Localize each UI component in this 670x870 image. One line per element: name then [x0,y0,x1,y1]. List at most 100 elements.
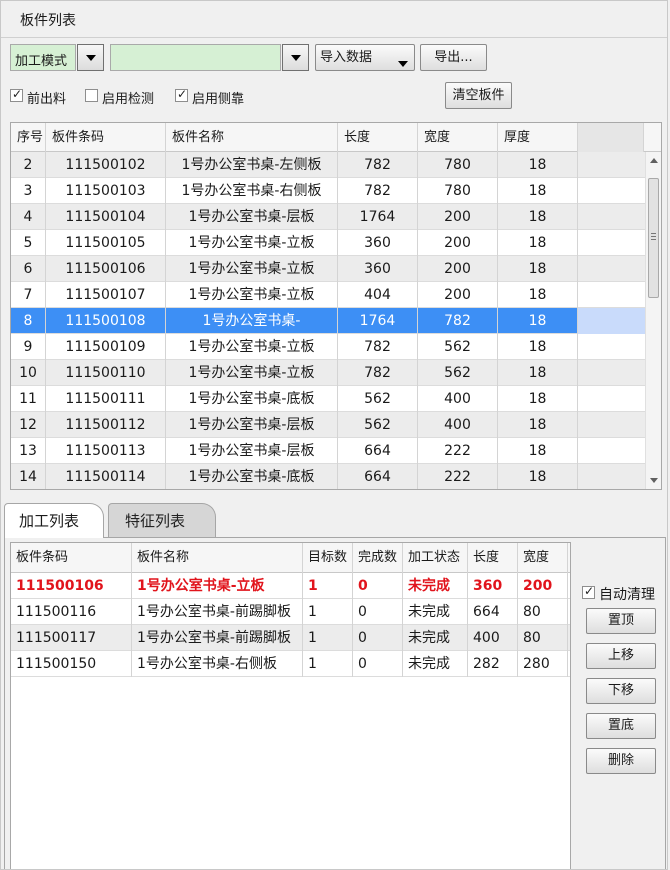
column-header-index[interactable]: 序号 [11,123,46,152]
cell-barcode: 111500114 [46,464,166,489]
table-row[interactable]: 111500150 1号办公室书桌-右侧板 1 0 未完成 282 280 [11,651,570,677]
column-header-barcode[interactable]: 板件条码 [11,543,132,573]
cell-name: 1号办公室书桌-层板 [166,204,338,230]
move-top-button[interactable]: 置顶 [586,608,656,634]
scroll-down-icon[interactable] [650,478,658,483]
column-header-barcode[interactable]: 板件条码 [46,123,166,152]
enable-side-checkbox[interactable]: 启用侧靠 [175,87,265,107]
table-row[interactable]: 14 111500114 1号办公室书桌-底板 664 222 18 [11,464,645,489]
chevron-down-icon [86,55,96,61]
cell-name: 1号办公室书桌-前踢脚板 [132,599,303,625]
cell-target: 1 [303,573,353,599]
table-row[interactable]: 3 111500103 1号办公室书桌-右侧板 782 780 18 [11,178,645,204]
cell-index: 2 [11,152,46,178]
scrollbar-thumb[interactable] [648,178,659,298]
cell-thickness: 18 [498,230,578,256]
grip-icon [651,233,656,240]
column-header-name[interactable]: 板件名称 [166,123,338,152]
cell-name: 1号办公室书桌-右侧板 [166,178,338,204]
cell-index: 5 [11,230,46,256]
table-row[interactable]: 8 111500108 1号办公室书桌- 1764 782 18 [11,308,645,334]
cell-barcode: 111500109 [46,334,166,360]
process-grid[interactable]: 板件条码 板件名称 目标数 完成数 加工状态 长度 宽度 111500106 1号… [10,542,571,870]
delete-button[interactable]: 删除 [586,748,656,774]
export-label: 导出... [434,50,473,65]
front-feed-label: 前出料 [27,92,67,107]
cell-filler [578,256,645,282]
cell-barcode: 111500106 [11,573,132,599]
data-source-input[interactable] [110,44,281,71]
table-row[interactable]: 4 111500104 1号办公室书桌-层板 1764 200 18 [11,204,645,230]
table-row[interactable]: 2 111500102 1号办公室书桌-左侧板 782 780 18 [11,152,645,178]
table-row[interactable]: 7 111500107 1号办公室书桌-立板 404 200 18 [11,282,645,308]
clear-boards-button[interactable]: 清空板件 [445,82,512,109]
tab-process-list[interactable]: 加工列表 [4,503,104,538]
column-header-status[interactable]: 加工状态 [403,543,468,573]
column-header-name[interactable]: 板件名称 [132,543,303,573]
cell-done: 0 [353,651,403,677]
cell-width: 780 [418,178,498,204]
cell-width: 200 [418,230,498,256]
import-data-button[interactable]: 导入数据 [315,44,415,71]
column-header-done[interactable]: 完成数 [353,543,403,573]
cell-thickness: 18 [498,438,578,464]
cell-thickness: 18 [498,360,578,386]
cell-index: 9 [11,334,46,360]
cell-length: 782 [338,152,418,178]
table-row[interactable]: 111500116 1号办公室书桌-前踢脚板 1 0 未完成 664 80 [11,599,570,625]
checkbox-checked-icon [175,87,188,102]
cell-width: 200 [418,282,498,308]
enable-side-label: 启用侧靠 [192,92,245,107]
move-bottom-button[interactable]: 置底 [586,713,656,739]
cell-index: 7 [11,282,46,308]
cell-index: 8 [11,308,46,334]
checkbox-unchecked-icon [85,89,98,102]
board-grid-scrollbar[interactable] [645,152,661,489]
data-source-dropdown-button[interactable] [282,44,309,71]
table-row[interactable]: 6 111500106 1号办公室书桌-立板 360 200 18 [11,256,645,282]
cell-thickness: 18 [498,282,578,308]
cell-thickness: 18 [498,204,578,230]
table-row[interactable]: 111500117 1号办公室书桌-前踢脚板 1 0 未完成 400 80 [11,625,570,651]
enable-check-checkbox[interactable]: 启用检测 [85,88,175,107]
board-grid[interactable]: 序号 板件条码 板件名称 长度 宽度 厚度 2 111500102 1号办公室书桌-… [10,122,662,490]
cell-filler [578,386,645,412]
auto-clear-checkbox[interactable]: 自动清理 [582,584,664,603]
mode-dropdown-button[interactable] [77,44,104,71]
column-header-target[interactable]: 目标数 [303,543,353,573]
table-row[interactable]: 111500106 1号办公室书桌-立板 1 0 未完成 360 200 [11,573,570,599]
column-header-length[interactable]: 长度 [468,543,518,573]
cell-filler [578,360,645,386]
delete-label: 删除 [607,753,634,768]
table-row[interactable]: 5 111500105 1号办公室书桌-立板 360 200 18 [11,230,645,256]
import-data-label: 导入数据 [320,50,373,65]
cell-name: 1号办公室书桌-立板 [166,256,338,282]
table-row[interactable]: 12 111500112 1号办公室书桌-层板 562 400 18 [11,412,645,438]
table-row[interactable]: 13 111500113 1号办公室书桌-层板 664 222 18 [11,438,645,464]
tab-feature-list[interactable]: 特征列表 [108,503,216,537]
column-header-length[interactable]: 长度 [338,123,418,152]
cell-barcode: 111500110 [46,360,166,386]
mode-combo[interactable]: 加工模式 [10,44,76,71]
cell-barcode: 111500104 [46,204,166,230]
table-row[interactable]: 10 111500110 1号办公室书桌-立板 782 562 18 [11,360,645,386]
table-row[interactable]: 11 111500111 1号办公室书桌-底板 562 400 18 [11,386,645,412]
column-header-width[interactable]: 宽度 [418,123,498,152]
cell-name: 1号办公室书桌-底板 [166,464,338,489]
scroll-up-icon[interactable] [650,158,658,163]
cell-index: 6 [11,256,46,282]
cell-status: 未完成 [403,625,468,651]
cell-barcode: 111500113 [46,438,166,464]
cell-length: 404 [338,282,418,308]
mode-combo-value: 加工模式 [15,54,68,69]
cell-width: 562 [418,334,498,360]
cell-name: 1号办公室书桌-立板 [132,573,303,599]
export-button[interactable]: 导出... [420,44,487,71]
column-header-width[interactable]: 宽度 [518,543,568,573]
table-row[interactable]: 9 111500109 1号办公室书桌-立板 782 562 18 [11,334,645,360]
cell-status: 未完成 [403,651,468,677]
cell-length: 782 [338,178,418,204]
move-down-button[interactable]: 下移 [586,678,656,704]
move-up-button[interactable]: 上移 [586,643,656,669]
column-header-thickness[interactable]: 厚度 [498,123,578,152]
